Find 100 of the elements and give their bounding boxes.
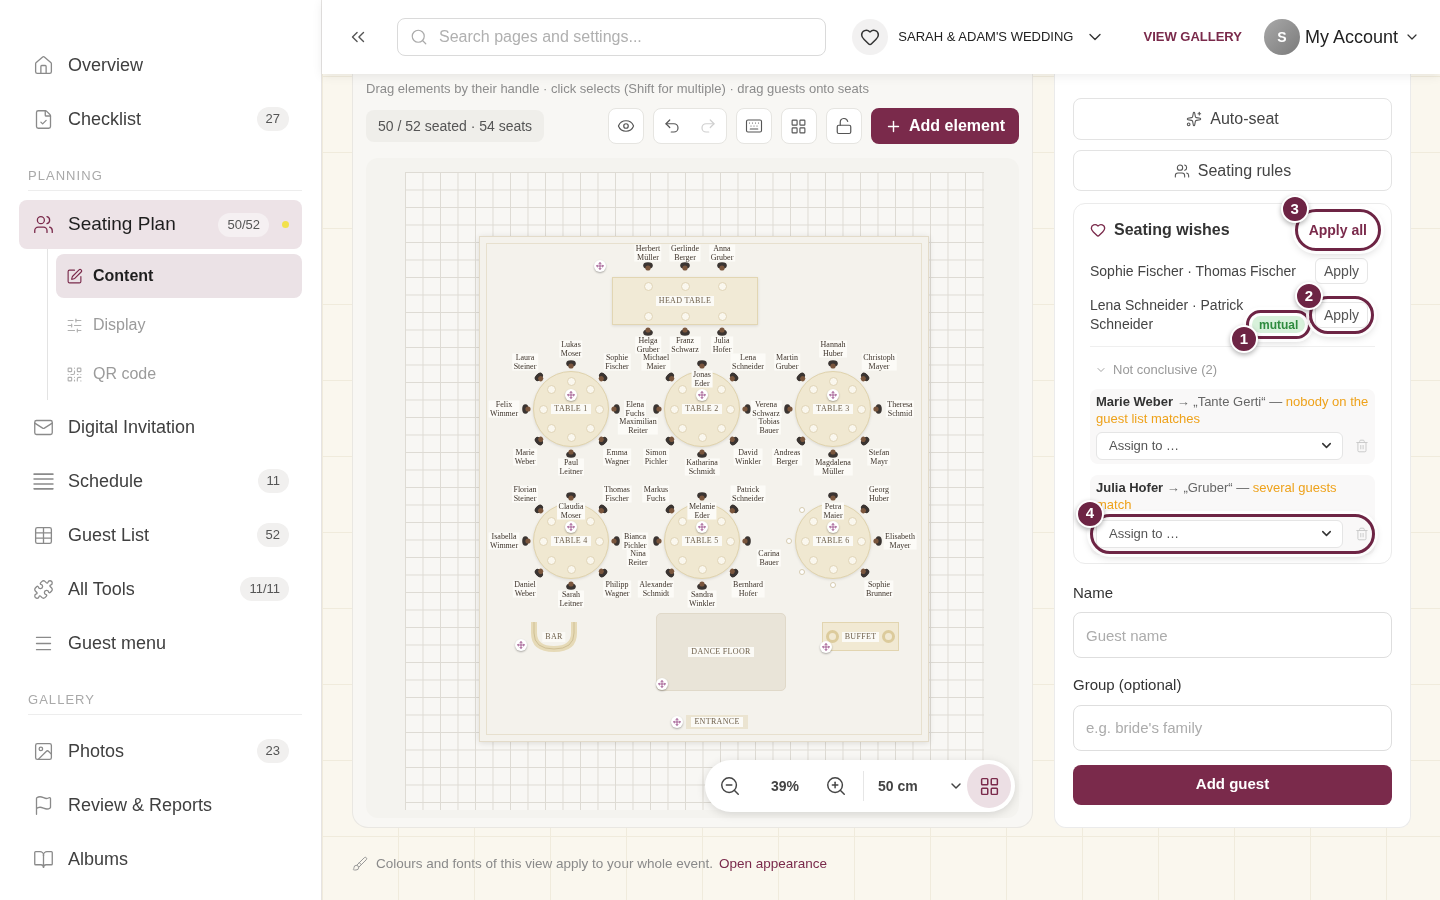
- nav-item[interactable]: Schedule 11: [19, 454, 302, 508]
- guest-figure-icon[interactable]: [522, 536, 532, 546]
- table-label: HEAD TABLE: [655, 296, 715, 306]
- guest-figure-icon[interactable]: [566, 360, 576, 370]
- people-icon: [1173, 162, 1190, 179]
- guest-figure-icon[interactable]: [697, 360, 707, 370]
- event-selector[interactable]: SARAH & ADAM'S WEDDING: [898, 27, 1106, 47]
- account-menu[interactable]: My Account: [1304, 23, 1420, 51]
- add-guest-button[interactable]: Add guest: [1073, 764, 1392, 805]
- guest-figure-icon[interactable]: [610, 404, 620, 414]
- guest-name: David Winkler: [733, 448, 763, 466]
- grid-button[interactable]: [781, 108, 817, 144]
- hint-text: Drag elements by their handle · click selects (Shift for multiple) · drag guests onto seats: [366, 81, 870, 97]
- brush-icon: [352, 856, 368, 872]
- guest-figure-icon[interactable]: [872, 536, 882, 546]
- guest-name: Bernhard Hofer: [731, 580, 765, 598]
- guest-figure-icon[interactable]: [653, 404, 663, 414]
- guest-name: Lukas Moser: [559, 340, 583, 358]
- guest-name: Helga Gruber: [635, 336, 661, 354]
- assign-select[interactable]: Assign to …: [1096, 519, 1344, 548]
- step-number: 3: [1280, 195, 1309, 223]
- guest-figure-icon[interactable]: [566, 580, 576, 590]
- search-field[interactable]: Search pages and settings...: [397, 18, 826, 56]
- move-handle-icon[interactable]: [671, 716, 683, 728]
- guest-figure-icon[interactable]: [643, 262, 653, 272]
- move-handle-icon[interactable]: [515, 639, 527, 651]
- guest-figure-icon[interactable]: [697, 448, 707, 458]
- table-label: TABLE 1: [551, 404, 591, 414]
- guest-figure-icon[interactable]: [828, 448, 838, 458]
- guest-name: Hannah Huber: [819, 340, 847, 358]
- count-badge: 11: [257, 469, 289, 493]
- guest-figure-icon[interactable]: [653, 536, 663, 546]
- seating-rules-button[interactable]: Seating rules: [1073, 150, 1392, 191]
- nav-item[interactable]: Guest menu: [19, 616, 302, 670]
- apply-button[interactable]: Apply: [1314, 258, 1368, 284]
- table-label: TABLE 5: [682, 536, 722, 546]
- undo-icon[interactable]: [663, 117, 681, 135]
- auto-seat-button[interactable]: Auto-seat: [1073, 98, 1392, 140]
- nav-item[interactable]: Review & Reports: [19, 778, 302, 832]
- nav-item[interactable]: Photos 23: [19, 724, 302, 778]
- view-gallery-link[interactable]: VIEW GALLERY: [1143, 27, 1242, 47]
- apply-button[interactable]: Apply: [1314, 302, 1368, 328]
- guest-figure-icon[interactable]: [610, 536, 620, 546]
- nav-item[interactable]: Albums: [19, 832, 302, 886]
- nav-item[interactable]: Guest List 52: [19, 508, 302, 562]
- grid-size-select[interactable]: 50 cm: [878, 775, 964, 797]
- guest-name: Stefan Mayr: [867, 448, 891, 466]
- guest-figure-icon[interactable]: [741, 536, 751, 546]
- guest-name: Paul Leitner: [557, 458, 585, 476]
- grid-toggle-button[interactable]: [967, 764, 1011, 808]
- guest-figure-icon[interactable]: [697, 492, 707, 502]
- text-input[interactable]: e.g. bride's family: [1073, 704, 1392, 751]
- nav-item[interactable]: Checklist 27: [19, 92, 302, 146]
- assign-select[interactable]: Assign to …: [1096, 431, 1344, 460]
- preview-button[interactable]: [608, 108, 644, 144]
- flag-icon: [33, 794, 54, 816]
- guest-name: Tobias Bauer: [756, 417, 782, 435]
- text-input[interactable]: Guest name: [1073, 612, 1392, 658]
- guest-name: Florian Steiner: [511, 485, 539, 503]
- keyboard-button[interactable]: [736, 108, 772, 144]
- book-icon: [33, 848, 54, 870]
- count-badge: 11/11: [240, 577, 289, 601]
- guest-figure-icon[interactable]: [784, 404, 794, 414]
- open-appearance-link[interactable]: Open appearance: [718, 853, 828, 875]
- guest-name: Petra Maier: [821, 502, 845, 520]
- table-label: TABLE 3: [813, 404, 853, 414]
- guest-name: Simon Pichler: [643, 448, 669, 466]
- guest-figure-icon[interactable]: [680, 326, 690, 336]
- guest-figure-icon[interactable]: [566, 448, 576, 458]
- guest-figure-icon[interactable]: [717, 262, 727, 272]
- guest-name: Bianca Pichler: [622, 532, 648, 550]
- nav-item[interactable]: Seating Plan 50/52: [19, 200, 302, 249]
- guest-figure-icon[interactable]: [828, 492, 838, 502]
- zoom-out-icon[interactable]: [719, 775, 741, 797]
- guest-figure-icon[interactable]: [697, 580, 707, 590]
- sparkles-icon: [1186, 111, 1203, 127]
- guest-figure-icon[interactable]: [522, 404, 532, 414]
- table-label: TABLE 4: [551, 536, 591, 546]
- house-icon: [33, 54, 54, 76]
- guest-figure-icon[interactable]: [566, 492, 576, 502]
- guest-figure-icon[interactable]: [643, 326, 653, 336]
- guest-name: Thomas Fischer: [602, 485, 632, 503]
- nav-item[interactable]: Digital Invitation: [19, 400, 302, 454]
- move-handle-icon[interactable]: [820, 641, 832, 653]
- guest-figure-icon[interactable]: [741, 404, 751, 414]
- footer-note: Colours and fonts of this view apply to your whole event.: [376, 854, 713, 873]
- move-handle-icon[interactable]: [594, 260, 606, 272]
- guest-name: Andreas Berger: [772, 448, 802, 466]
- add-element-button[interactable]: Add element: [871, 108, 1019, 144]
- guest-figure-icon[interactable]: [828, 360, 838, 370]
- guest-figure-icon[interactable]: [872, 404, 882, 414]
- nav-item[interactable]: Overview: [19, 38, 302, 92]
- pencil-square-icon: [66, 267, 83, 285]
- grid-icon: [790, 117, 808, 135]
- lock-button[interactable]: [826, 108, 862, 144]
- guest-figure-icon[interactable]: [680, 262, 690, 272]
- nav-subitem[interactable]: Content: [56, 254, 302, 298]
- guest-figure-icon[interactable]: [717, 326, 727, 336]
- nav-item[interactable]: All Tools 11/11: [19, 562, 302, 616]
- zoom-in-icon[interactable]: [825, 775, 847, 797]
